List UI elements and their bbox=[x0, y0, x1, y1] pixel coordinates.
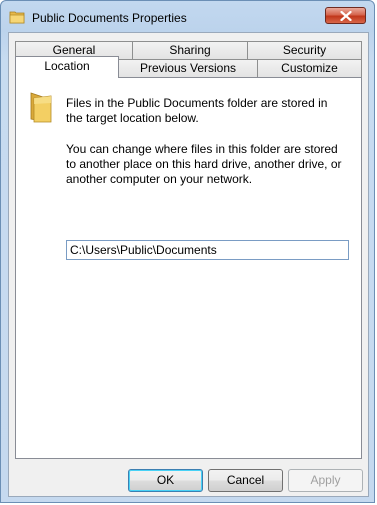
ok-button[interactable]: OK bbox=[128, 469, 203, 492]
window-title: Public Documents Properties bbox=[32, 11, 187, 25]
tab-sharing[interactable]: Sharing bbox=[132, 41, 248, 59]
tab-location[interactable]: Location bbox=[15, 56, 119, 78]
location-help-text: You can change where files in this folde… bbox=[66, 142, 342, 186]
apply-button[interactable]: Apply bbox=[288, 469, 363, 492]
close-button[interactable] bbox=[325, 7, 366, 24]
location-path-input[interactable]: C:\Users\Public\Documents bbox=[66, 240, 349, 260]
folder-icon bbox=[9, 9, 25, 25]
title-bar[interactable]: Public Documents Properties bbox=[1, 1, 374, 31]
folder-icon bbox=[29, 91, 55, 126]
close-icon bbox=[340, 11, 352, 21]
cancel-button[interactable]: Cancel bbox=[208, 469, 283, 492]
tab-customize[interactable]: Customize bbox=[257, 59, 362, 77]
dialog-body: General Sharing Security Location Previo… bbox=[8, 32, 369, 497]
tab-previous-versions[interactable]: Previous Versions bbox=[118, 59, 258, 77]
location-description: Files in the Public Documents folder are… bbox=[66, 96, 328, 125]
properties-window: Public Documents Properties General Shar… bbox=[0, 0, 375, 503]
location-tab-panel: Files in the Public Documents folder are… bbox=[15, 77, 362, 459]
tab-security[interactable]: Security bbox=[247, 41, 362, 59]
